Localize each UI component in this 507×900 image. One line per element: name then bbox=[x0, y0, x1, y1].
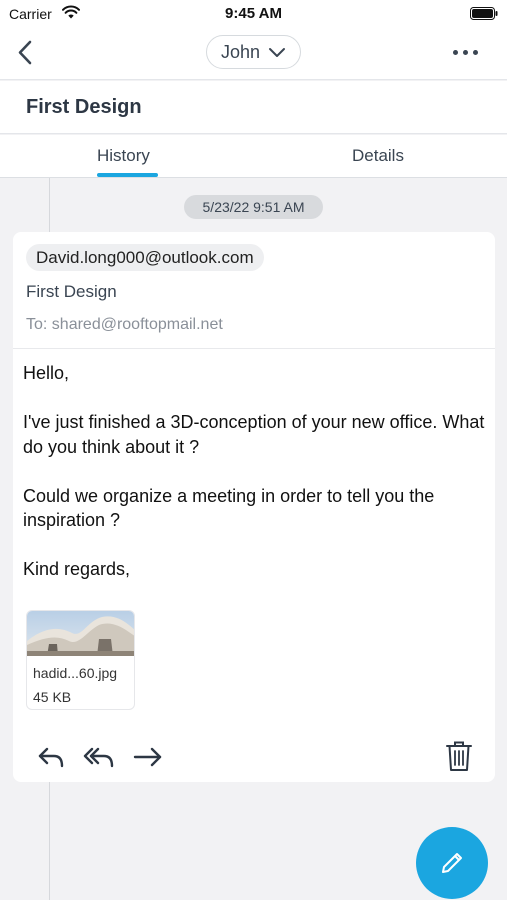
tab-history[interactable]: History bbox=[97, 146, 150, 166]
attachment-thumbnail bbox=[27, 611, 134, 656]
reply-icon bbox=[38, 747, 64, 768]
active-tab-indicator bbox=[97, 173, 158, 177]
trash-icon bbox=[446, 741, 472, 771]
more-options-button[interactable] bbox=[453, 42, 483, 62]
more-dot bbox=[453, 49, 458, 55]
attachment-filename: hadid...60.jpg bbox=[33, 665, 118, 681]
date-badge: 5/23/22 9:51 AM bbox=[184, 195, 323, 219]
conversation-title: First Design bbox=[26, 96, 142, 118]
message-card[interactable]: David.long000@outlook.com First Design T… bbox=[13, 232, 495, 782]
sender-chip[interactable]: David.long000@outlook.com bbox=[26, 244, 264, 271]
attachment-tile[interactable]: hadid...60.jpg 45 KB bbox=[26, 610, 135, 710]
reply-button[interactable] bbox=[35, 742, 69, 772]
message-actions bbox=[35, 742, 165, 772]
body-paragraph: Could we organize a meeting in order to … bbox=[23, 485, 435, 531]
back-button[interactable] bbox=[12, 38, 42, 68]
status-bar: Carrier 9:45 AM bbox=[0, 0, 507, 28]
chevron-down-icon bbox=[269, 48, 286, 57]
battery-icon bbox=[470, 7, 498, 25]
pencil-icon bbox=[442, 853, 462, 873]
tab-bar: History Details bbox=[0, 135, 507, 178]
compose-button[interactable] bbox=[416, 827, 488, 899]
contact-name: John bbox=[220, 41, 261, 62]
body-paragraph: Hello, bbox=[23, 363, 70, 383]
reply-all-button[interactable] bbox=[83, 742, 117, 772]
tab-details[interactable]: Details bbox=[352, 146, 404, 166]
navigation-bar: John bbox=[0, 28, 507, 80]
forward-button[interactable] bbox=[131, 742, 165, 772]
divider bbox=[13, 348, 495, 349]
message-recipient: To: shared@rooftopmail.net bbox=[26, 316, 223, 333]
message-subject: First Design bbox=[26, 282, 117, 301]
attachment-size: 45 KB bbox=[33, 689, 72, 705]
chevron-left-icon bbox=[18, 40, 32, 65]
contact-selector-button[interactable]: John bbox=[206, 35, 301, 69]
clock: 9:45 AM bbox=[225, 5, 282, 22]
body-paragraph: I've just finished a 3D-conception of yo… bbox=[23, 412, 485, 457]
more-dot bbox=[473, 49, 478, 55]
more-dot bbox=[463, 49, 468, 55]
conversation-header: First Design bbox=[0, 81, 507, 134]
reply-all-icon bbox=[83, 747, 114, 768]
delete-button[interactable] bbox=[445, 740, 473, 772]
message-body: Hello, I've just finished a 3D-conceptio… bbox=[23, 361, 488, 606]
forward-icon bbox=[133, 747, 162, 767]
body-paragraph: Kind regards, bbox=[23, 559, 131, 579]
